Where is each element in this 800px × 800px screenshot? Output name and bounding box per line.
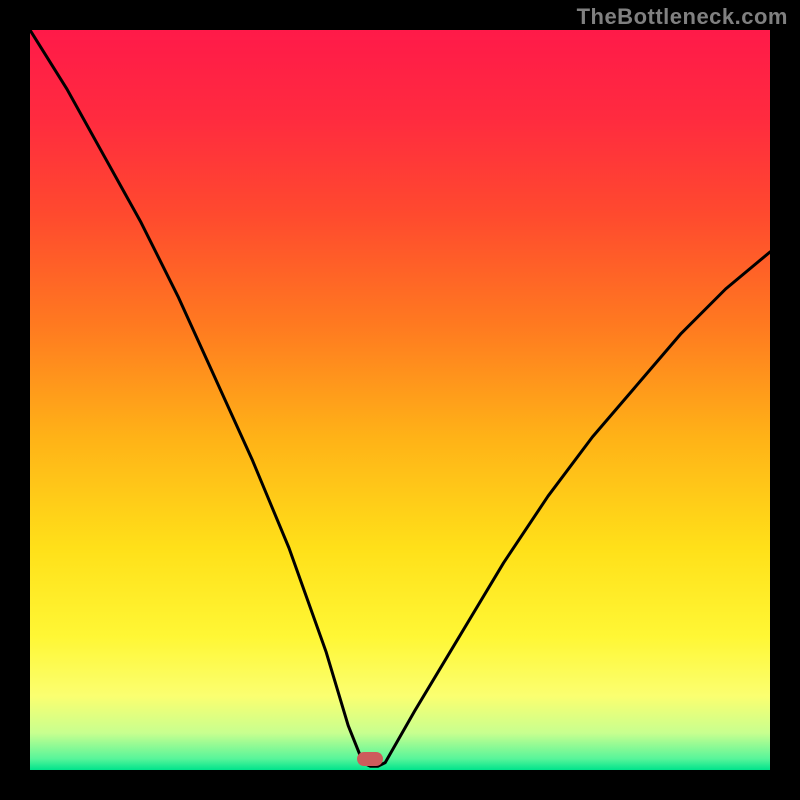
optimum-marker <box>357 752 383 766</box>
plot-area <box>30 30 770 770</box>
chart-container: TheBottleneck.com <box>0 0 800 800</box>
watermark-text: TheBottleneck.com <box>577 4 788 30</box>
bottleneck-curves <box>30 30 770 770</box>
